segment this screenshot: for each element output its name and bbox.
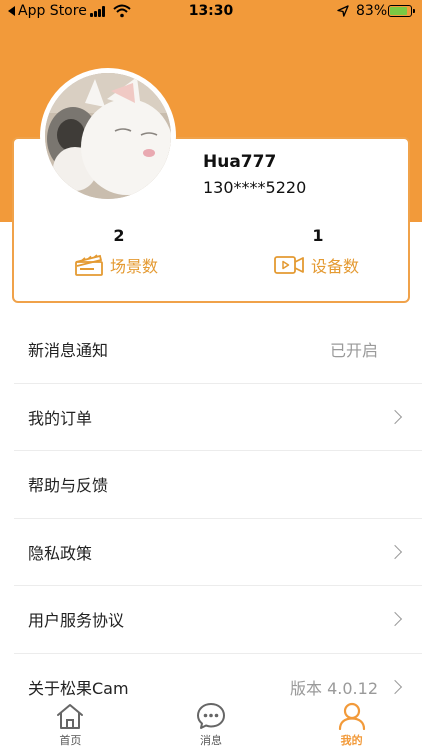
menu-item-privacy-policy[interactable]: 隐私政策 bbox=[14, 519, 422, 586]
tab-home[interactable]: 首页 bbox=[0, 698, 141, 750]
tab-label: 首页 bbox=[59, 734, 82, 747]
menu-item-label: 隐私政策 bbox=[28, 543, 93, 563]
tab-label: 我的 bbox=[340, 734, 363, 747]
clapperboard-icon bbox=[75, 254, 103, 276]
menu-item-label: 帮助与反馈 bbox=[28, 476, 109, 496]
chevron-right-icon bbox=[387, 409, 403, 424]
tab-bar: 首页 消息 我的 bbox=[0, 698, 422, 750]
video-camera-icon bbox=[274, 256, 304, 274]
settings-menu: 新消息通知 已开启 我的订单 帮助与反馈 隐私政策 用户服务协议 关于松果Cam… bbox=[0, 316, 422, 721]
menu-item-my-orders[interactable]: 我的订单 bbox=[14, 384, 422, 451]
profile-icon bbox=[338, 702, 365, 730]
battery-percentage: 83% bbox=[356, 3, 388, 19]
menu-item-notifications[interactable]: 新消息通知 已开启 bbox=[14, 316, 422, 384]
notifications-status: 已开启 bbox=[329, 341, 378, 361]
menu-item-label: 用户服务协议 bbox=[28, 611, 125, 631]
status-bar: App Store 13:30 83% bbox=[0, 0, 422, 24]
scenes-label: 场景数 bbox=[110, 257, 159, 276]
menu-item-label: 关于松果Cam bbox=[28, 679, 129, 699]
chevron-right-icon bbox=[387, 544, 403, 559]
app-version: 版本 4.0.12 bbox=[290, 679, 378, 699]
location-arrow-icon bbox=[337, 5, 349, 17]
phone-number: 130****5220 bbox=[203, 178, 307, 197]
menu-item-label: 我的订单 bbox=[28, 408, 93, 428]
home-icon bbox=[57, 704, 84, 729]
cat-avatar[interactable] bbox=[40, 68, 176, 204]
devices-count: 1 bbox=[312, 226, 324, 245]
devices-label: 设备数 bbox=[311, 257, 360, 276]
menu-item-help-feedback[interactable]: 帮助与反馈 bbox=[14, 451, 422, 519]
chevron-right-icon bbox=[387, 612, 403, 627]
cat-photo bbox=[45, 73, 171, 199]
tab-mine[interactable]: 我的 bbox=[281, 698, 422, 750]
tab-label: 消息 bbox=[200, 734, 222, 747]
message-icon bbox=[197, 703, 225, 729]
scenes-count: 2 bbox=[113, 226, 125, 245]
username: Hua777 bbox=[203, 152, 277, 172]
devices-stat[interactable]: 1 设备数 bbox=[273, 226, 363, 277]
tab-messages[interactable]: 消息 bbox=[141, 698, 282, 750]
scenes-stat[interactable]: 2 场景数 bbox=[74, 226, 164, 277]
battery-icon bbox=[388, 5, 415, 17]
menu-item-user-agreement[interactable]: 用户服务协议 bbox=[14, 586, 422, 654]
chevron-right-icon bbox=[387, 680, 403, 695]
menu-item-label: 新消息通知 bbox=[28, 341, 109, 361]
